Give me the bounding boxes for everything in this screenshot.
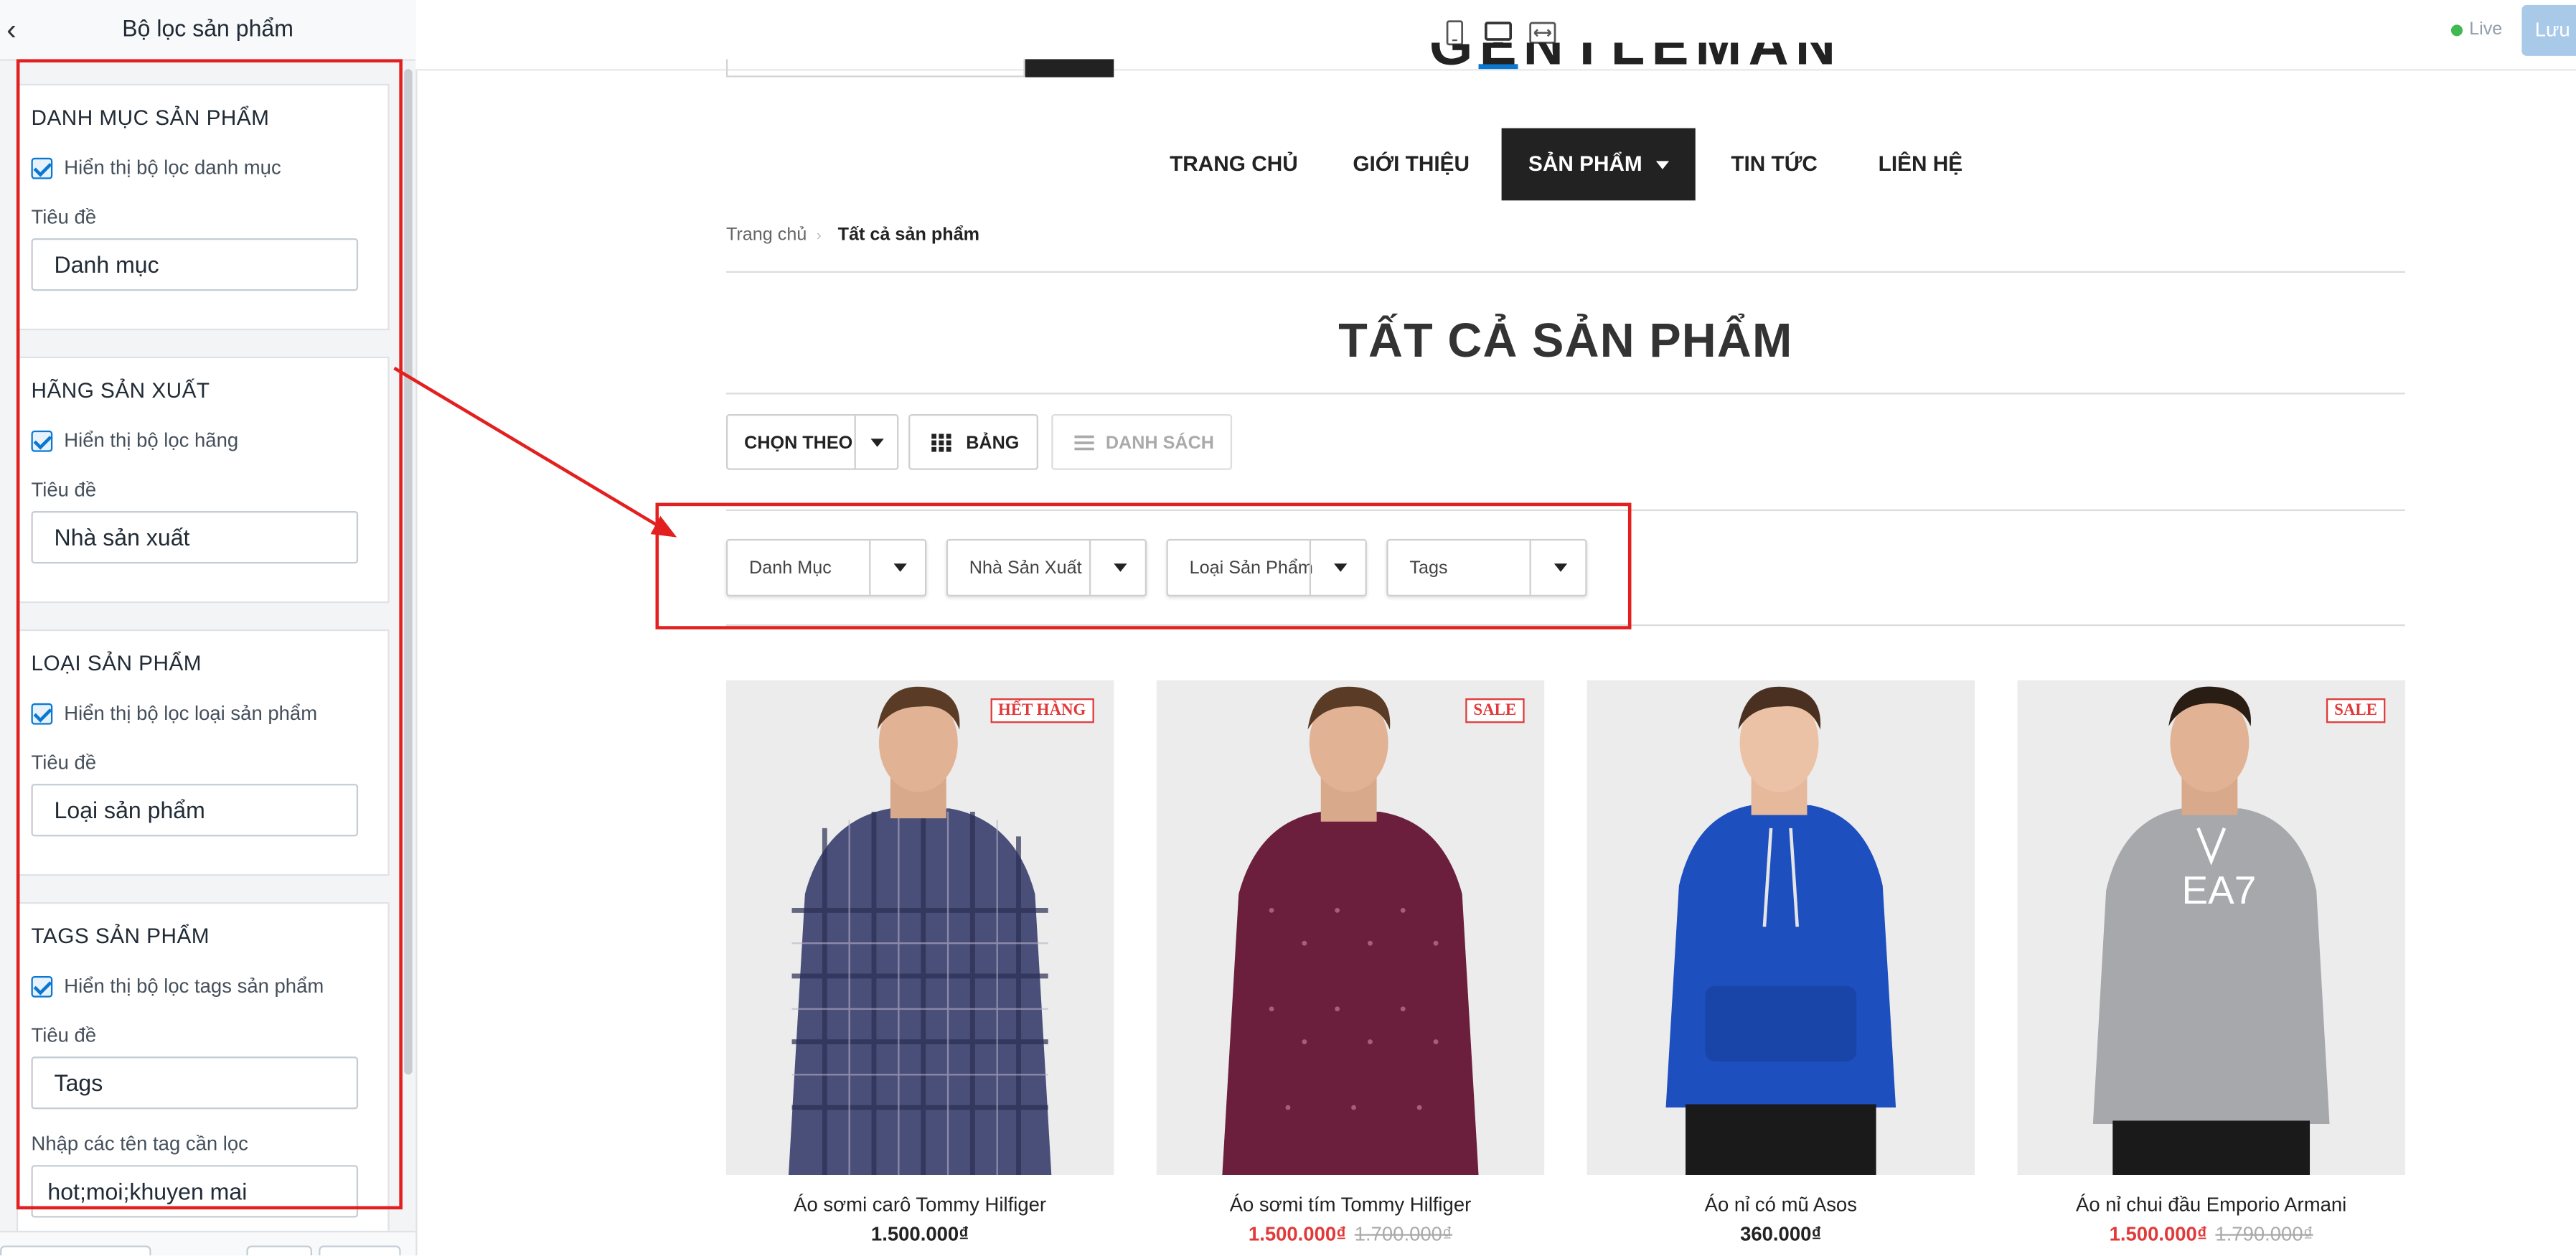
product-price-row: 1.500.000₫ 1.790.000₫ — [2018, 1222, 2405, 1245]
footer-button[interactable] — [246, 1245, 313, 1256]
live-label: Live — [2469, 19, 2503, 39]
product-sale-price: 1.500.000₫ — [1248, 1222, 1347, 1246]
nav-products[interactable]: SẢN PHẨM — [1501, 128, 1696, 201]
breadcrumb-home[interactable]: Trang chủ — [726, 225, 807, 245]
product-name[interactable]: Áo sơmi tím Tommy Hilfiger — [1157, 1193, 1544, 1216]
nav-about[interactable]: GIỚI THIỆU — [1340, 128, 1482, 201]
sale-badge: SALE — [1465, 698, 1525, 723]
annotation-box-filters — [655, 502, 1632, 629]
dropdown-divider — [854, 416, 856, 469]
product-price: 360.000₫ — [1740, 1222, 1822, 1246]
store-logo[interactable]: GENTLEMAN — [1429, 43, 1850, 70]
panel-header: ‹ Bộ lọc sản phẩm — [0, 0, 416, 61]
store-search-input[interactable] — [725, 59, 1025, 78]
product-name[interactable]: Áo sơmi carô Tommy Hilfiger — [726, 1193, 1114, 1216]
product-old-price: 1.790.000₫ — [2215, 1222, 2313, 1246]
nav-home[interactable]: TRANG CHỦ — [1157, 128, 1311, 201]
footer-button[interactable] — [319, 1245, 401, 1256]
product-name[interactable]: Áo nỉ có mũ Asos — [1587, 1193, 1975, 1216]
product-sale-price: 1.500.000₫ — [2109, 1222, 2207, 1246]
list-icon — [1074, 435, 1094, 451]
list-view-label: DANH SÁCH — [1105, 433, 1214, 454]
sort-dropdown[interactable]: CHỌN THEO — [725, 413, 899, 470]
nav-news[interactable]: TIN TỨC — [1719, 128, 1830, 201]
live-dot-icon — [2450, 24, 2463, 36]
grid-icon — [931, 433, 951, 452]
product-image[interactable] — [1587, 680, 1975, 1175]
list-view-button[interactable]: DANH SÁCH — [1051, 413, 1233, 470]
model-grey-sweater-image: EA7 — [2017, 680, 2405, 1175]
breadcrumb-separator: › — [816, 226, 822, 243]
model-purple-shirt-image — [1156, 680, 1545, 1175]
footer-button[interactable] — [0, 1245, 151, 1256]
grid-view-label: BẢNG — [966, 433, 1020, 454]
product-price: 1.500.000₫ — [870, 1222, 969, 1246]
sale-badge: SALE — [2326, 698, 2386, 723]
sort-label: CHỌN THEO — [744, 433, 853, 454]
page-title: TẤT CẢ SẢN PHẨM — [1338, 315, 1793, 368]
product-image[interactable]: SALE — [1156, 680, 1545, 1175]
model-blue-hoodie-image — [1587, 680, 1975, 1175]
product-image[interactable]: EA7 SALE — [2017, 680, 2405, 1175]
product-old-price: 1.700.000₫ — [1354, 1222, 1453, 1246]
caret-down-icon — [870, 439, 884, 447]
divider — [725, 271, 2405, 273]
panel-scrollbar[interactable] — [404, 69, 413, 1075]
caret-down-icon — [1655, 161, 1669, 169]
nav-products-label: SẢN PHẨM — [1528, 151, 1642, 176]
panel-title: Bộ lọc sản phẩm — [122, 14, 293, 42]
live-status: Live — [2450, 19, 2503, 39]
product-price-row: 1.500.000₫ 1.700.000₫ — [1157, 1222, 1544, 1245]
product-image[interactable]: HẾT HÀNG — [725, 680, 1114, 1175]
annotation-box-settings — [16, 59, 403, 1210]
product-price-row: 1.500.000₫ — [726, 1222, 1114, 1245]
store-logo-text: GENTLEMAN — [1429, 43, 1842, 70]
store-search-button[interactable] — [1025, 59, 1114, 78]
divider — [725, 393, 2405, 395]
panel-footer — [0, 1230, 416, 1256]
store-cart-link[interactable] — [2259, 59, 2407, 72]
save-button[interactable]: Lưu — [2521, 4, 2576, 56]
product-price-row: 360.000₫ — [1587, 1222, 1975, 1245]
grid-view-button[interactable]: BẢNG — [908, 413, 1038, 470]
breadcrumb-current: Tất cả sản phẩm — [837, 225, 980, 245]
sweater-print-text: EA7 — [2181, 868, 2256, 912]
nav-contact[interactable]: LIÊN HỆ — [1865, 128, 1977, 201]
model-plaid-shirt-image — [725, 680, 1114, 1175]
product-name[interactable]: Áo nỉ chui đầu Emporio Armani — [2018, 1193, 2405, 1216]
stock-badge: HẾT HÀNG — [989, 698, 1094, 723]
